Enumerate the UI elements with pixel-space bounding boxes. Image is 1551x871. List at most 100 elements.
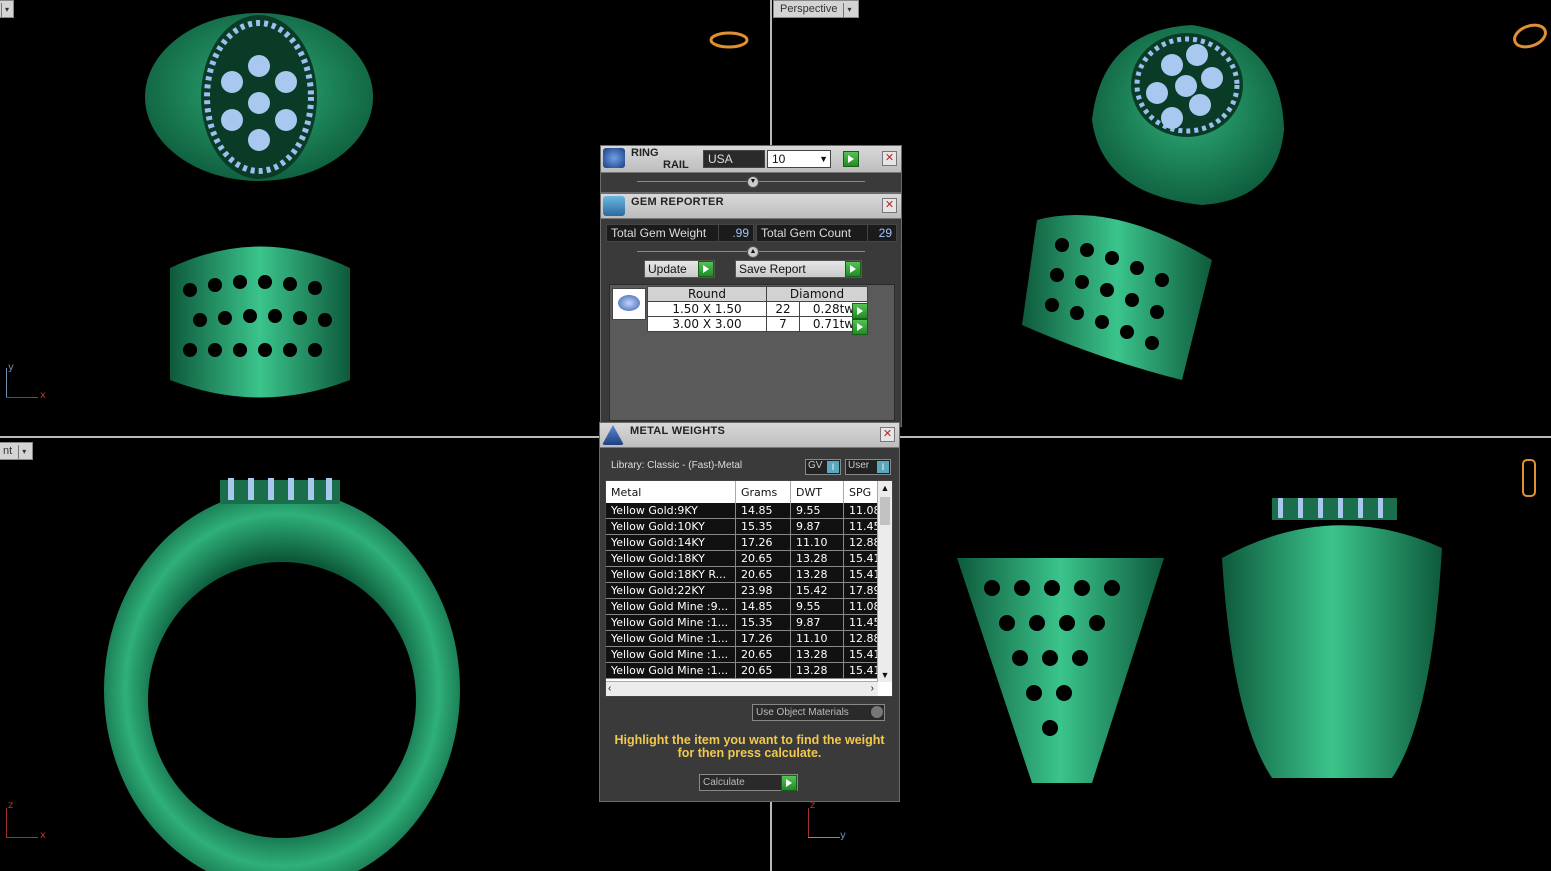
total-gem-count-value: 29 xyxy=(867,224,897,242)
scroll-thumb[interactable] xyxy=(880,497,890,525)
axis-h-label: x xyxy=(40,830,46,841)
gem-report-icon xyxy=(603,196,625,216)
gem-row[interactable]: 3.00 X 3.00 7 0.71tw xyxy=(647,316,868,332)
dwt-value: 11.10 xyxy=(790,534,844,551)
gem-reporter-titlebar[interactable]: GEM REPORTER ✕ xyxy=(601,194,901,219)
scroll-up-icon[interactable]: ▲ xyxy=(878,481,892,495)
hint-text-line2: for then press calculate. xyxy=(677,746,822,760)
metal-table[interactable]: Metal Grams DWT SPG Yellow Gold:9KY 14.85… xyxy=(605,480,893,697)
table-row[interactable]: Yellow Gold Mine :1... 17.26 11.10 12.88 xyxy=(606,630,887,647)
table-row[interactable]: Yellow Gold:22KY 23.98 15.42 17.89 xyxy=(606,582,887,599)
ring-size-select[interactable]: 10 ▼ xyxy=(767,150,831,168)
grams-value: 14.85 xyxy=(735,598,791,615)
round-gem-icon[interactable] xyxy=(612,288,646,320)
gem-reporter-panel: GEM REPORTER ✕ Total Gem Weight .99 Tota… xyxy=(600,193,902,427)
calculate-button[interactable]: Calculate xyxy=(699,774,798,791)
gv-toggle[interactable]: GV I xyxy=(805,459,841,475)
metal-name: Yellow Gold Mine :1... xyxy=(606,614,736,631)
dwt-value: 15.42 xyxy=(790,582,844,599)
grams-value: 17.26 xyxy=(735,630,791,647)
dwt-value: 9.87 xyxy=(790,614,844,631)
gem-size: 1.50 X 1.50 xyxy=(647,301,767,317)
axis-h-label: x xyxy=(40,390,46,401)
grams-value: 23.98 xyxy=(735,582,791,599)
dwt-value: 11.10 xyxy=(790,630,844,647)
dwt-value: 9.55 xyxy=(790,598,844,615)
dwt-value: 13.28 xyxy=(790,566,844,583)
table-row[interactable]: Yellow Gold Mine :9... 14.85 9.55 11.08 xyxy=(606,598,887,615)
ring-rail-title: RING RAIL xyxy=(631,147,689,171)
table-row[interactable]: Yellow Gold:9KY 14.85 9.55 11.08 xyxy=(606,503,887,519)
dwt-value: 9.87 xyxy=(790,518,844,535)
axis-indicator: z x xyxy=(4,800,48,842)
axis-h-label: y xyxy=(840,830,846,841)
save-report-button[interactable]: Save Report xyxy=(735,260,862,278)
select-gems-button[interactable] xyxy=(852,319,868,335)
metal-name: Yellow Gold:14KY xyxy=(606,534,736,551)
grams-value: 15.35 xyxy=(735,518,791,535)
column-header-dwt[interactable]: DWT xyxy=(790,481,844,503)
table-row[interactable]: Yellow Gold:14KY 17.26 11.10 12.88 xyxy=(606,534,887,551)
scroll-right-icon[interactable]: › xyxy=(871,682,874,696)
collapse-handle[interactable]: ▲ xyxy=(637,246,865,258)
grams-value: 20.65 xyxy=(735,662,791,679)
metal-name: Yellow Gold Mine :1... xyxy=(606,646,736,663)
dwt-value: 13.28 xyxy=(790,646,844,663)
table-row[interactable]: Yellow Gold:18KY 20.65 13.28 15.41 xyxy=(606,550,887,567)
axis-v-label: y xyxy=(8,362,14,373)
metal-name: Yellow Gold Mine :1... xyxy=(606,630,736,647)
gem-size: 3.00 X 3.00 xyxy=(647,316,767,332)
collapse-handle[interactable]: ▼ xyxy=(637,176,865,188)
grams-value: 20.65 xyxy=(735,646,791,663)
grams-value: 20.65 xyxy=(735,566,791,583)
metal-name: Yellow Gold:10KY xyxy=(606,518,736,535)
ring-rail-panel: RING RAIL USA 10 ▼ ✕ ▼ xyxy=(600,145,902,193)
gem-row[interactable]: 1.50 X 1.50 22 0.28tw xyxy=(647,301,868,317)
metal-weights-titlebar[interactable]: METAL WEIGHTS ✕ xyxy=(600,423,899,448)
dwt-value: 13.28 xyxy=(790,662,844,679)
gem-count: 7 xyxy=(766,316,800,332)
metal-weights-icon xyxy=(602,425,624,445)
metal-name: Yellow Gold Mine :1... xyxy=(606,662,736,679)
total-gem-weight-value: .99 xyxy=(718,224,754,242)
total-gem-count-label: Total Gem Count xyxy=(756,224,868,242)
country-field[interactable]: USA xyxy=(703,150,765,168)
metal-name: Yellow Gold:9KY xyxy=(606,503,736,519)
table-row[interactable]: Yellow Gold Mine :1... 20.65 13.28 15.41 xyxy=(606,646,887,663)
horizontal-scrollbar[interactable]: ‹ › xyxy=(606,681,878,696)
close-icon[interactable]: ✕ xyxy=(880,427,895,442)
material-header: Diamond xyxy=(766,286,868,302)
use-object-materials-toggle[interactable]: Use Object Materials xyxy=(752,704,885,721)
table-row[interactable]: Yellow Gold Mine :1... 20.65 13.28 15.41 xyxy=(606,662,887,679)
gem-table: Round Diamond 1.50 X 1.50 22 0.28tw 3.00… xyxy=(647,286,868,332)
shape-header: Round xyxy=(647,286,767,302)
update-button[interactable]: Update xyxy=(644,260,715,278)
dwt-value: 9.55 xyxy=(790,503,844,519)
metal-name: Yellow Gold:18KY R... xyxy=(606,566,736,583)
column-header-metal[interactable]: Metal xyxy=(606,481,736,503)
scroll-left-icon[interactable]: ‹ xyxy=(608,682,611,696)
dwt-value: 13.28 xyxy=(790,550,844,567)
apply-size-button[interactable] xyxy=(843,151,859,167)
gem-reporter-title: GEM REPORTER xyxy=(631,196,724,208)
ring-rail-titlebar[interactable]: RING RAIL USA 10 ▼ ✕ xyxy=(601,146,901,173)
close-icon[interactable]: ✕ xyxy=(882,151,897,166)
metal-name: Yellow Gold:18KY xyxy=(606,550,736,567)
ring-rail-icon xyxy=(603,148,625,168)
axis-indicator: z y xyxy=(806,800,850,842)
vertical-scrollbar[interactable]: ▲ ▼ xyxy=(877,481,892,682)
table-row[interactable]: Yellow Gold:10KY 15.35 9.87 11.45 xyxy=(606,518,887,535)
metal-name: Yellow Gold:22KY xyxy=(606,582,736,599)
metal-name: Yellow Gold Mine :9... xyxy=(606,598,736,615)
table-row[interactable]: Yellow Gold Mine :1... 15.35 9.87 11.45 xyxy=(606,614,887,631)
metal-weights-title: METAL WEIGHTS xyxy=(630,425,726,437)
column-header-grams[interactable]: Grams xyxy=(735,481,791,503)
go-icon xyxy=(845,261,861,277)
user-toggle[interactable]: User I xyxy=(845,459,891,475)
close-icon[interactable]: ✕ xyxy=(882,198,897,213)
scroll-down-icon[interactable]: ▼ xyxy=(878,668,892,682)
axis-v-label: z xyxy=(8,800,14,811)
table-row[interactable]: Yellow Gold:18KY R... 20.65 13.28 15.41 xyxy=(606,566,887,583)
grams-value: 14.85 xyxy=(735,503,791,519)
select-gems-button[interactable] xyxy=(852,303,868,319)
